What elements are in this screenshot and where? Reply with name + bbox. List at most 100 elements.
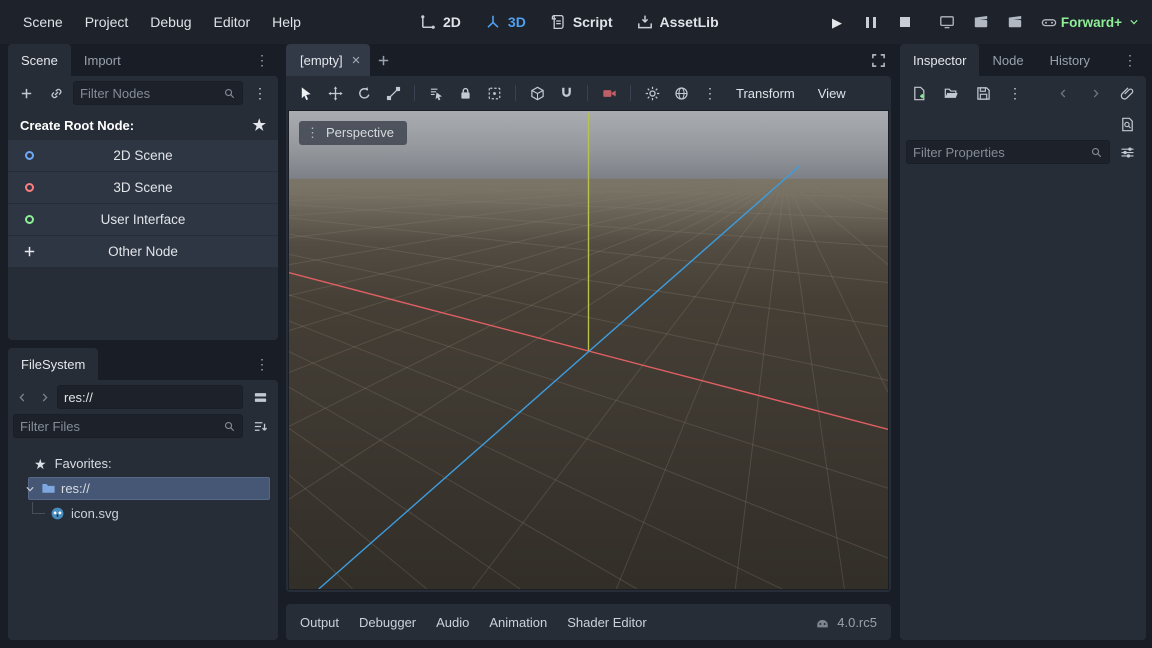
editor-2d-button[interactable]: 2D	[408, 0, 473, 44]
select-mode-button[interactable]	[292, 81, 320, 105]
history-back-button[interactable]	[13, 385, 31, 409]
remote-debug-button[interactable]	[932, 8, 962, 36]
pause-button[interactable]	[856, 8, 886, 36]
move-mode-button[interactable]	[321, 81, 349, 105]
inspector-dock-menu-button[interactable]: ⋮	[1114, 44, 1146, 76]
run-scene-button[interactable]	[966, 8, 996, 36]
filter-files-box	[13, 414, 243, 438]
history-forward-button[interactable]	[35, 385, 53, 409]
history-back-button[interactable]	[1050, 81, 1076, 105]
view-menu[interactable]: View	[807, 86, 857, 101]
bottom-panel-bar: Output Debugger Audio Animation Shader E…	[286, 604, 891, 640]
create-ui-scene-button[interactable]: User Interface	[8, 204, 278, 235]
save-resource-button[interactable]	[970, 81, 996, 105]
shader-editor-button[interactable]: Shader Editor	[557, 615, 657, 630]
list-select-icon	[429, 86, 444, 101]
inspector-toolbar: ⋮	[900, 76, 1146, 110]
current-path-input[interactable]	[64, 390, 236, 405]
object-properties-button[interactable]	[1114, 81, 1140, 105]
file-row[interactable]: icon.svg	[12, 501, 274, 526]
lock-node-button[interactable]	[451, 81, 479, 105]
list-select-button[interactable]	[422, 81, 450, 105]
load-resource-button[interactable]	[938, 81, 964, 105]
create-2d-scene-button[interactable]: 2D Scene	[8, 140, 278, 171]
movie-mode-button[interactable]	[1034, 8, 1064, 36]
add-node-button[interactable]	[13, 81, 39, 105]
chevron-left-icon	[16, 391, 29, 404]
inspector-empty-body	[900, 170, 1146, 640]
paperclip-icon	[1120, 86, 1135, 101]
close-icon[interactable]: ×	[352, 53, 361, 68]
preview-sun-button[interactable]	[638, 81, 666, 105]
audio-button[interactable]: Audio	[426, 615, 479, 630]
group-node-button[interactable]	[480, 81, 508, 105]
create-3d-scene-button[interactable]: 3D Scene	[8, 172, 278, 203]
new-scene-tab-button[interactable]	[370, 48, 396, 72]
plus-icon	[19, 86, 34, 101]
output-button[interactable]: Output	[290, 615, 349, 630]
editor-3d-button[interactable]: 3D	[473, 0, 538, 44]
tab-node[interactable]: Node	[979, 44, 1036, 76]
scene-tree-menu-button[interactable]: ⋮	[247, 81, 273, 105]
local-space-button[interactable]	[523, 81, 551, 105]
history-forward-button[interactable]	[1082, 81, 1108, 105]
res-folder-row[interactable]: res://	[12, 476, 274, 501]
menu-debug[interactable]: Debug	[139, 9, 202, 35]
favorite-star-icon[interactable]: ★	[253, 118, 266, 133]
rotate-mode-button[interactable]	[350, 81, 378, 105]
filesystem-dock-menu-button[interactable]: ⋮	[246, 348, 278, 380]
filter-properties-input[interactable]	[913, 145, 1086, 160]
filter-files-input[interactable]	[20, 419, 219, 434]
transform-menu[interactable]: Transform	[725, 86, 806, 101]
play-button[interactable]: ▶	[822, 8, 852, 36]
filter-nodes-input[interactable]	[80, 86, 219, 101]
new-resource-button[interactable]	[906, 81, 932, 105]
viewport-panel: ⋮ Transform View	[286, 76, 891, 592]
stop-button[interactable]	[890, 8, 920, 36]
toggle-split-mode-button[interactable]	[247, 385, 273, 409]
tab-scene[interactable]: Scene	[8, 44, 71, 76]
3d-icon	[485, 14, 501, 30]
scene-tab-empty[interactable]: [empty] ×	[286, 44, 370, 76]
tab-inspector[interactable]: Inspector	[900, 44, 979, 76]
tab-history[interactable]: History	[1037, 44, 1103, 76]
pause-icon	[866, 17, 876, 28]
override-camera-button[interactable]	[595, 81, 623, 105]
sun-environment-menu-button[interactable]: ⋮	[696, 81, 724, 105]
scene-dock-menu-button[interactable]: ⋮	[246, 44, 278, 76]
property-filter-options-button[interactable]	[1114, 140, 1140, 164]
menu-editor[interactable]: Editor	[203, 9, 262, 35]
animation-button[interactable]: Animation	[479, 615, 557, 630]
tab-import[interactable]: Import	[71, 44, 134, 76]
sort-files-button[interactable]	[247, 414, 273, 438]
sort-icon	[253, 419, 268, 434]
toolbar-separator	[515, 85, 516, 101]
menu-help[interactable]: Help	[261, 9, 312, 35]
create-other-node-button[interactable]: Other Node	[8, 236, 278, 267]
debugger-button[interactable]: Debugger	[349, 615, 426, 630]
distraction-free-button[interactable]	[865, 48, 891, 72]
open-documentation-button[interactable]	[1114, 112, 1140, 136]
preview-environment-button[interactable]	[667, 81, 695, 105]
scale-mode-button[interactable]	[379, 81, 407, 105]
menu-project[interactable]: Project	[74, 9, 140, 35]
favorites-label: Favorites:	[55, 456, 112, 471]
run-custom-scene-button[interactable]	[1000, 8, 1030, 36]
3d-viewport[interactable]: ⋮ Perspective	[288, 110, 889, 590]
new-resource-icon	[912, 86, 927, 101]
renderer-dropdown[interactable]: Forward+	[1061, 0, 1140, 44]
scene-dock-body: ⋮ Create Root Node: ★ 2D Scene 3D Scene …	[8, 76, 278, 340]
favorites-row[interactable]: ★ Favorites:	[12, 451, 274, 476]
scale-icon	[386, 86, 401, 101]
editor-script-button[interactable]: Script	[538, 0, 625, 44]
tab-filesystem[interactable]: FileSystem	[8, 348, 98, 380]
dots-icon: ⋮	[1123, 52, 1137, 69]
perspective-menu[interactable]: ⋮ Perspective	[299, 121, 407, 145]
editor-assetlib-button[interactable]: AssetLib	[625, 0, 731, 44]
snap-button[interactable]	[552, 81, 580, 105]
camera-icon	[602, 86, 617, 101]
resource-options-button[interactable]: ⋮	[1002, 81, 1028, 105]
instance-scene-button[interactable]	[43, 81, 69, 105]
clapper-icon	[973, 14, 989, 30]
menu-scene[interactable]: Scene	[12, 9, 74, 35]
